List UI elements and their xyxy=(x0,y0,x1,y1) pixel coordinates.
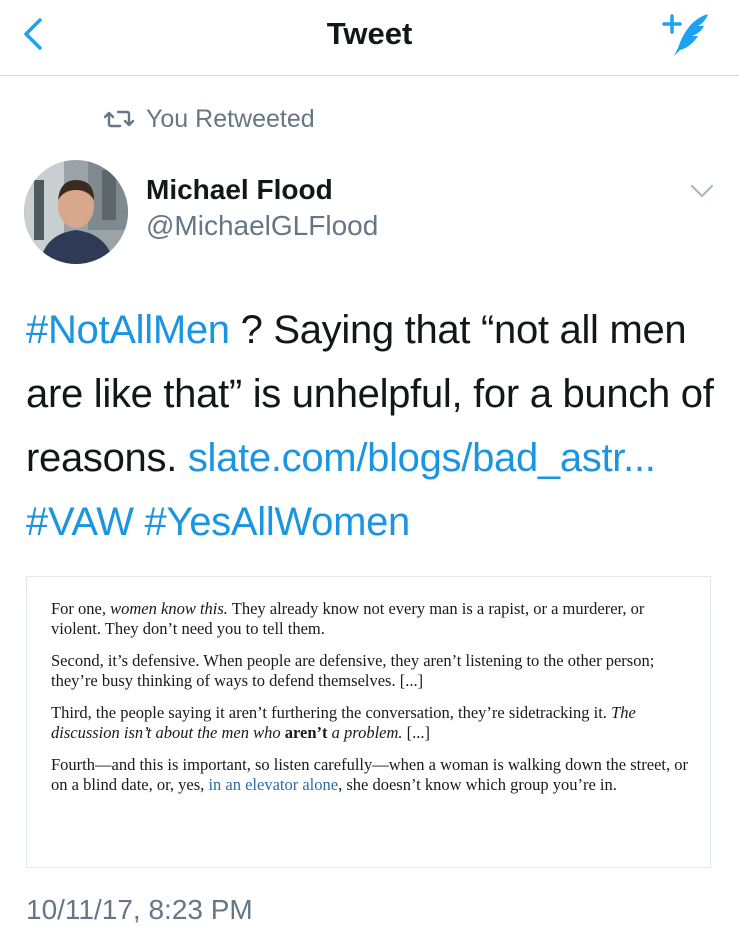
tweet-text-segment xyxy=(134,500,145,544)
quote-paragraph: Second, it’s defensive. When people are … xyxy=(51,651,655,690)
avatar[interactable] xyxy=(24,160,128,264)
author-display-name[interactable]: Michael Flood xyxy=(146,172,333,208)
page-title: Tweet xyxy=(326,16,413,51)
tweet-text: #NotAllMen ? Saying that “not all men ar… xyxy=(26,298,726,554)
url-link[interactable]: slate.com/blogs/bad_astr... xyxy=(188,436,656,480)
quote-paragraph: Third, the people saying it aren’t furth… xyxy=(51,703,636,742)
quote-paragraph: For one, women know this. They already k… xyxy=(51,599,645,638)
attached-image[interactable]: For one, women know this. They already k… xyxy=(26,576,711,868)
retweet-icon xyxy=(104,110,134,128)
hashtag-link[interactable]: #YesAllWomen xyxy=(145,500,411,544)
hashtag-link[interactable]: #VAW xyxy=(26,500,134,544)
hashtag-link[interactable]: #NotAllMen xyxy=(26,308,230,352)
retweet-label: You Retweeted xyxy=(146,104,315,133)
compose-tweet-icon[interactable] xyxy=(660,8,716,60)
retweet-context: You Retweeted xyxy=(104,102,315,136)
quote-paragraph: Fourth—and this is important, so listen … xyxy=(51,755,688,794)
chevron-down-icon[interactable] xyxy=(688,180,716,202)
navigation-bar: Tweet xyxy=(0,0,739,76)
author-handle[interactable]: @MichaelGLFlood xyxy=(146,208,378,244)
quoted-article-text: For one, women know this. They already k… xyxy=(51,599,691,807)
tweet-timestamp: 10/11/17, 8:23 PM xyxy=(26,894,253,925)
